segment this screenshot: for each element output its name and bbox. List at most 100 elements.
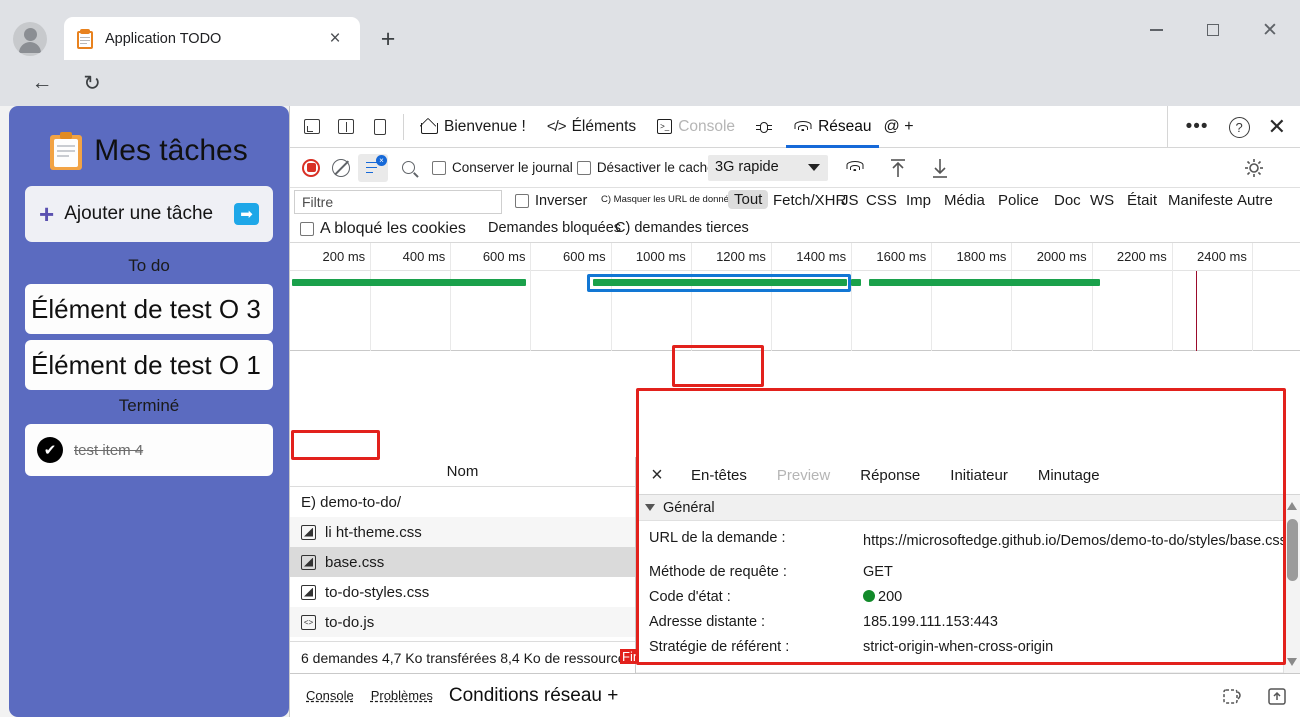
- list-item[interactable]: ✔ test item 4: [25, 424, 273, 476]
- network-overview-timeline[interactable]: 200 ms400 ms600 ms600 ms1000 ms1200 ms14…: [290, 243, 1300, 351]
- timeline-band: [292, 279, 526, 286]
- browser-tab[interactable]: Application TODO ×: [64, 17, 360, 60]
- tab-en-tetes[interactable]: En-têtes: [678, 457, 760, 495]
- table-row[interactable]: base.css: [290, 547, 635, 577]
- table-row[interactable]: li ht-theme.css: [290, 517, 635, 547]
- drawer-tab-network-conditions[interactable]: Conditions réseau +: [444, 685, 624, 707]
- download-icon[interactable]: [929, 156, 955, 180]
- profile-avatar[interactable]: [13, 22, 47, 56]
- preserve-log-checkbox[interactable]: Conserver le journal: [432, 160, 573, 175]
- arrow-right-icon[interactable]: ➡: [234, 203, 259, 225]
- window-close-button[interactable]: ✕: [1248, 15, 1292, 45]
- devtools-close-icon[interactable]: ✕: [1260, 114, 1294, 140]
- scrollbar-thumb[interactable]: [1287, 519, 1298, 581]
- console-icon: >_: [657, 119, 672, 134]
- filter-bar-row-2: A bloqué les cookies Demandes bloquées C…: [290, 217, 1300, 243]
- tab-reseau[interactable]: Réseau: [784, 106, 880, 148]
- tab-sources-debugger[interactable]: [747, 106, 781, 148]
- filter-type-media[interactable]: Média: [944, 192, 985, 209]
- drawer-tab-console[interactable]: Console: [300, 688, 360, 703]
- new-console-icon[interactable]: [1222, 686, 1244, 706]
- filter-type-fetchxhr[interactable]: Fetch/XHR: [773, 192, 846, 209]
- filter-type-etait[interactable]: Était: [1127, 192, 1157, 209]
- close-icon[interactable]: ×: [322, 26, 348, 52]
- hide-data-urls-label[interactable]: C) Masquer les URL de données: [601, 194, 739, 205]
- section-header-general[interactable]: Général: [636, 495, 1300, 521]
- wifi-gear-icon[interactable]: [845, 156, 871, 180]
- tab-bienvenue[interactable]: Bienvenue !: [412, 106, 535, 148]
- check-icon[interactable]: ✔: [37, 437, 63, 463]
- reload-button[interactable]: ↻: [75, 66, 109, 100]
- list-item[interactable]: Élément de test O 1: [25, 340, 273, 390]
- third-party-requests-label[interactable]: C) demandes tierces: [615, 220, 749, 236]
- help-icon[interactable]: ?: [1229, 117, 1250, 138]
- filter-type-imp[interactable]: Imp: [906, 192, 931, 209]
- tab-label: Réseau: [818, 118, 871, 136]
- checkbox[interactable]: [432, 161, 446, 175]
- detail-scrollbar[interactable]: [1283, 495, 1300, 673]
- filter-type-police[interactable]: Police: [998, 192, 1039, 209]
- filter-button[interactable]: ×: [358, 154, 388, 182]
- table-row[interactable]: <>to-do.js: [290, 607, 635, 637]
- checkbox[interactable]: [515, 194, 529, 208]
- search-input[interactable]: Filtre: [294, 190, 502, 214]
- throttle-select[interactable]: Fast 3G 3G rapide: [708, 155, 828, 181]
- back-button[interactable]: ←: [25, 66, 59, 100]
- table-row[interactable]: to-do-styles.css: [290, 577, 635, 607]
- filter-type-autre[interactable]: Autre: [1237, 192, 1273, 209]
- request-rows: E) demo-to-do/li ht-theme.cssbase.cssto-…: [290, 487, 635, 667]
- done-section-label: Terminé: [25, 396, 273, 416]
- search-button[interactable]: [392, 154, 424, 182]
- invert-checkbox[interactable]: Inverser: [515, 193, 587, 209]
- devtools-drawer: Console Problèmes Conditions réseau +: [290, 673, 1300, 717]
- inspect-element-icon[interactable]: [297, 113, 327, 141]
- filter-active-badge: ×: [376, 155, 387, 166]
- drawer-expand-icon[interactable]: [1266, 686, 1288, 706]
- device-emulation-icon[interactable]: [331, 113, 361, 141]
- drawer-tab-problemes[interactable]: Problèmes: [365, 688, 439, 703]
- filter-type-js[interactable]: JS: [841, 192, 859, 209]
- tab-console[interactable]: >_ Console: [648, 106, 744, 148]
- scroll-up-icon[interactable]: [1287, 502, 1297, 510]
- row-key: Stratégie de référent :: [649, 639, 863, 655]
- divider: [403, 114, 404, 140]
- timeline-selection[interactable]: [587, 274, 852, 292]
- record-button[interactable]: [296, 154, 326, 182]
- script-icon: <>: [301, 615, 316, 630]
- tab-initiateur[interactable]: Initiateur: [937, 457, 1021, 495]
- tab-elements[interactable]: </> Éléments: [538, 106, 645, 148]
- new-tab-button[interactable]: +: [373, 24, 403, 54]
- task-text: Élément de test O 3: [31, 294, 261, 325]
- tab-overflow-label[interactable]: @ +: [884, 118, 914, 136]
- clear-button[interactable]: [326, 154, 356, 182]
- devtools-more-icon[interactable]: •••: [1176, 122, 1219, 132]
- checkbox[interactable]: [577, 161, 591, 175]
- add-task-button[interactable]: + Ajouter une tâche ➡: [25, 186, 273, 242]
- upload-icon[interactable]: [887, 156, 913, 180]
- chevron-down-icon[interactable]: [808, 164, 820, 171]
- filter-type-ws[interactable]: WS: [1090, 192, 1114, 209]
- window-maximize-button[interactable]: [1191, 15, 1235, 45]
- blocked-requests-label[interactable]: Demandes bloquées: [488, 220, 621, 236]
- checkbox[interactable]: [300, 222, 314, 236]
- scroll-down-icon[interactable]: [1287, 658, 1297, 666]
- tab-minutage[interactable]: Minutage: [1025, 457, 1113, 495]
- close-detail-icon[interactable]: ×: [640, 461, 674, 491]
- filter-type-manifeste[interactable]: Manifeste: [1168, 192, 1233, 209]
- window-minimize-button[interactable]: [1134, 15, 1178, 45]
- gear-icon[interactable]: [1242, 156, 1268, 180]
- row-key: Méthode de requête :: [649, 564, 863, 580]
- blocked-cookies-checkbox[interactable]: A bloqué les cookies: [300, 220, 466, 238]
- filter-type-doc[interactable]: Doc: [1054, 192, 1081, 209]
- filter-type-css[interactable]: CSS: [866, 192, 897, 209]
- table-row[interactable]: E) demo-to-do/: [290, 487, 635, 517]
- dock-side-icon[interactable]: [365, 113, 395, 141]
- tab-label: Console: [678, 118, 735, 136]
- disable-cache-checkbox[interactable]: Désactiver le cache: [577, 160, 715, 175]
- tab-strip: Application TODO × + ✕: [0, 0, 1300, 62]
- request-list-header[interactable]: Nom: [290, 457, 635, 487]
- list-item[interactable]: Élément de test O 3: [25, 284, 273, 334]
- tab-reponse[interactable]: Réponse: [847, 457, 933, 495]
- tab-preview[interactable]: Preview: [764, 457, 843, 495]
- filter-type-tout[interactable]: Tout: [728, 190, 768, 209]
